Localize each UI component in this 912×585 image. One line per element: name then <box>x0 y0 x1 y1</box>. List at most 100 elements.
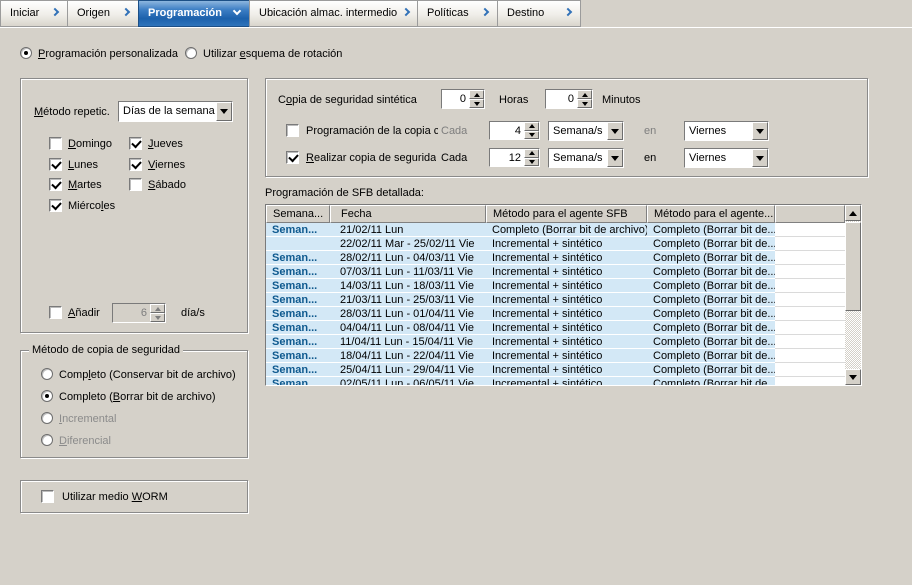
spin-up-button[interactable] <box>524 122 539 131</box>
wizard-tab-bar: Iniciar Origen Programación Ubicación al… <box>0 0 912 28</box>
sfb-table-row[interactable]: Seman... 14/03/11 Lun - 18/03/11 Vie Inc… <box>266 279 845 293</box>
backup-method-radio[interactable] <box>41 434 53 446</box>
combo-dropdown-button[interactable] <box>607 149 623 167</box>
cell-agent-method: Completo (Borrar bit de... <box>647 223 775 237</box>
chevron-icon <box>233 7 241 15</box>
wizard-tab[interactable]: Políticas <box>417 0 498 27</box>
weekday-item[interactable]: Martes <box>49 178 129 192</box>
sfb-table-row[interactable]: 22/02/11 Mar - 25/02/11 Vie Incremental … <box>266 237 845 251</box>
schedule-groupbox: Copia de seguridad sintética 0 Horas 0 M… <box>265 78 868 177</box>
vertical-scrollbar[interactable] <box>845 205 861 385</box>
sfb-table-row[interactable]: Seman... 21/03/11 Lun - 25/03/11 Vie Inc… <box>266 293 845 307</box>
spin-up-button[interactable] <box>524 149 539 158</box>
interval-spinner[interactable]: 4 <box>489 121 540 140</box>
weekday-combobox[interactable]: Viernes <box>684 121 769 141</box>
sfb-table-row[interactable]: Seman... 18/04/11 Lun - 22/04/11 Vie Inc… <box>266 349 845 363</box>
cell-week <box>266 237 330 251</box>
combo-dropdown-button[interactable] <box>752 122 768 140</box>
cell-agent-method: Completo (Borrar bit de... <box>647 349 775 363</box>
cell-week: Seman... <box>266 265 330 279</box>
sfb-table-row[interactable]: Seman... 28/02/11 Lun - 04/03/11 Vie Inc… <box>266 251 845 265</box>
tab-label: Programación <box>148 7 222 19</box>
weekday-item[interactable]: Viernes <box>129 158 209 172</box>
wizard-tab[interactable]: Ubicación almac. intermedio <box>249 0 418 27</box>
weekday-checkbox[interactable] <box>129 158 142 171</box>
combo-dropdown-button[interactable] <box>607 122 623 140</box>
wizard-tab[interactable]: Destino <box>497 0 581 27</box>
weekday-item[interactable]: Sábado <box>129 178 209 192</box>
column-header-sfb-method[interactable]: Método para el agente SFB <box>486 205 647 223</box>
wizard-tab[interactable]: Iniciar <box>0 0 68 27</box>
cell-sfb-method: Incremental + sintético <box>486 363 647 377</box>
column-header-agent-method[interactable]: Método para el agente... <box>647 205 775 223</box>
combo-dropdown-button[interactable] <box>752 149 768 167</box>
scroll-up-button[interactable] <box>845 205 861 221</box>
repeat-method-label: Método repetic. <box>34 106 110 118</box>
interval-spinner[interactable]: 12 <box>489 148 540 167</box>
weekday-item[interactable]: Domingo <box>49 137 129 151</box>
schedule-row-checkbox[interactable] <box>286 151 299 164</box>
backup-method-radio[interactable] <box>41 368 53 380</box>
cell-sfb-method: Incremental + sintético <box>486 251 647 265</box>
cell-week: Seman... <box>266 251 330 265</box>
arrow-down-icon <box>849 375 857 380</box>
sfb-table-row[interactable]: Seman... 21/02/11 Lun Completo (Borrar b… <box>266 223 845 237</box>
repeat-method-combobox[interactable]: Días de la semana <box>118 101 233 122</box>
scrollbar-thumb[interactable] <box>845 222 861 311</box>
arrow-up-icon <box>155 307 161 311</box>
interval-unit-combobox[interactable]: Semana/s <box>548 121 624 141</box>
cell-sfb-method: Incremental + sintético <box>486 237 647 251</box>
weekday-item[interactable]: Lunes <box>49 158 129 172</box>
sfb-table-row[interactable]: Seman... 25/04/11 Lun - 29/04/11 Vie Inc… <box>266 363 845 377</box>
custom-schedule-radio[interactable] <box>20 47 32 59</box>
spin-up-button[interactable] <box>150 304 165 313</box>
column-header-date[interactable]: Fecha <box>330 205 486 223</box>
backup-method-option-label: Diferencial <box>59 435 111 447</box>
sfb-table-row[interactable]: Seman... 02/05/11 Lun - 06/05/11 Vie Inc… <box>266 377 845 385</box>
sfb-table-row[interactable]: Seman... 07/03/11 Lun - 11/03/11 Vie Inc… <box>266 265 845 279</box>
cell-date: 21/02/11 Lun <box>330 223 486 237</box>
scrollbar-track[interactable] <box>845 221 861 369</box>
worm-checkbox[interactable] <box>41 490 54 503</box>
tab-label: Destino <box>507 7 544 19</box>
combo-dropdown-button[interactable] <box>216 102 232 121</box>
weekday-checkbox[interactable] <box>49 137 62 150</box>
weekday-label: Domingo <box>68 138 112 150</box>
weekday-item[interactable]: Miércoles <box>49 199 129 213</box>
sfb-table-row[interactable]: Seman... 04/04/11 Lun - 08/04/11 Vie Inc… <box>266 321 845 335</box>
scroll-down-button[interactable] <box>845 369 861 385</box>
cell-agent-method: Completo (Borrar bit de... <box>647 251 775 265</box>
sfb-table-row[interactable]: Seman... 28/03/11 Lun - 01/04/11 Vie Inc… <box>266 307 845 321</box>
cell-week: Seman... <box>266 335 330 349</box>
cell-date: 14/03/11 Lun - 18/03/11 Vie <box>330 279 486 293</box>
weekday-checkbox[interactable] <box>49 199 62 212</box>
add-days-checkbox[interactable] <box>49 306 62 319</box>
cell-date: 25/04/11 Lun - 29/04/11 Vie <box>330 363 486 377</box>
spin-down-button[interactable] <box>524 158 539 167</box>
weekday-checkbox[interactable] <box>129 137 142 150</box>
weekday-checkbox[interactable] <box>129 178 142 191</box>
weekday-label: Viernes <box>148 159 185 171</box>
cell-sfb-method: Incremental + sintético <box>486 279 647 293</box>
spin-down-button[interactable] <box>524 131 539 140</box>
wizard-tab[interactable]: Programación <box>138 0 250 27</box>
tab-label: Políticas <box>427 7 469 19</box>
cell-sfb-method: Incremental + sintético <box>486 265 647 279</box>
sfb-table-row[interactable]: Seman... 11/04/11 Lun - 15/04/11 Vie Inc… <box>266 335 845 349</box>
wizard-tab[interactable]: Origen <box>67 0 139 27</box>
column-header-week[interactable]: Semana... <box>266 205 330 223</box>
backup-method-radio[interactable] <box>41 390 53 402</box>
rotation-scheme-radio[interactable] <box>185 47 197 59</box>
add-days-spinner[interactable]: 6 <box>112 303 166 323</box>
weekday-item[interactable]: Jueves <box>129 137 209 151</box>
cell-week: Seman... <box>266 349 330 363</box>
sfb-table-header: Semana... Fecha Método para el agente SF… <box>266 205 845 223</box>
weekday-checkbox[interactable] <box>49 158 62 171</box>
spin-down-button[interactable] <box>150 313 165 322</box>
interval-unit-combobox[interactable]: Semana/s <box>548 148 624 168</box>
weekday-combobox[interactable]: Viernes <box>684 148 769 168</box>
column-header-empty[interactable] <box>775 205 845 223</box>
weekday-checkbox[interactable] <box>49 178 62 191</box>
backup-method-radio[interactable] <box>41 412 53 424</box>
schedule-row-checkbox[interactable] <box>286 124 299 137</box>
